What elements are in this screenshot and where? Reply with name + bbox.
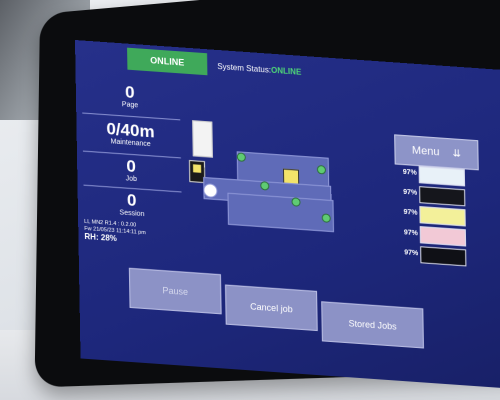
pause-button[interactable]: Pause <box>128 267 222 315</box>
sensor-indicator <box>236 152 246 162</box>
ink-percent: 97% <box>404 249 419 258</box>
sensor-indicator <box>291 197 301 207</box>
feed-path-lower <box>227 192 334 233</box>
system-status: System Status:ONLINE <box>217 62 301 77</box>
status-value: ONLINE <box>270 65 302 77</box>
stored-jobs-button[interactable]: Stored Jobs <box>321 301 424 349</box>
ink-percent: 97% <box>403 209 418 218</box>
printer-photo: ONLINE System Status:ONLINE 0 Page 0/40m… <box>0 0 500 400</box>
sensor-indicator <box>316 164 327 175</box>
maintenance-counter: 0/40m Maintenance <box>80 118 180 150</box>
paper-roll-icon <box>203 183 218 199</box>
ink-percent: 97% <box>403 229 418 238</box>
ink-percent: 97% <box>402 168 417 177</box>
session-counter: 0 Session <box>82 188 182 220</box>
page-counter: 0 Page <box>80 80 180 112</box>
online-badge: ONLINE <box>127 47 208 76</box>
ink-bar <box>419 226 467 247</box>
status-label: System Status: <box>217 61 272 75</box>
touch-screen: ONLINE System Status:ONLINE 0 Page 0/40m… <box>75 40 500 390</box>
sensor-indicator <box>260 180 270 191</box>
ink-percent: 97% <box>403 188 418 197</box>
firmware-info: LL MN2 R1.4 : 0.2.00 Fw 21/05/23 11:14:1… <box>84 219 146 244</box>
menu-button[interactable]: Menu ⇊ <box>394 134 479 171</box>
ink-bar <box>419 206 466 227</box>
paper-tray-icon <box>192 120 213 158</box>
sort-icon: ⇊ <box>452 148 462 161</box>
job-counter: 0 Job <box>81 154 181 186</box>
ink-bar <box>419 186 466 207</box>
ink-bar <box>420 246 467 267</box>
menu-label: Menu <box>411 144 440 159</box>
ink-bar <box>418 166 466 187</box>
sensor-indicator <box>321 213 331 223</box>
cancel-job-button[interactable]: Cancel job <box>225 284 318 332</box>
